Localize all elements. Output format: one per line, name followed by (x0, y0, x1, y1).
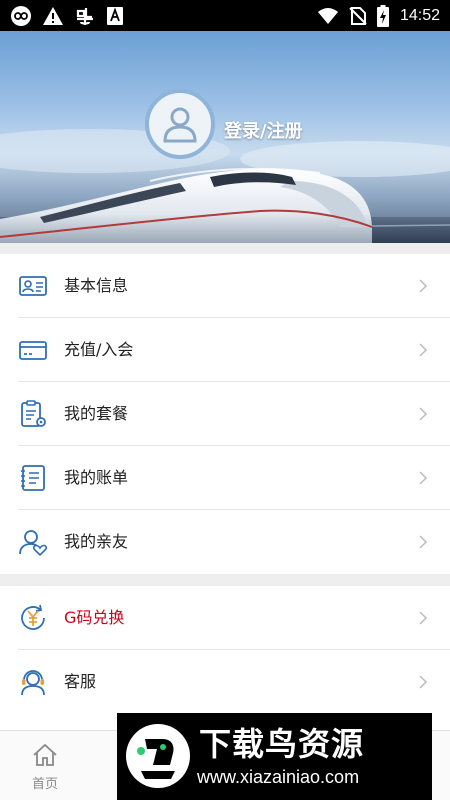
id-card-icon (19, 276, 47, 296)
card-icon (19, 341, 47, 360)
wifi-icon (317, 7, 339, 25)
section-gap (0, 243, 450, 254)
menu-item-label: 我的账单 (64, 468, 129, 487)
menu-group-account: 基本信息 充值/入会 我的套餐 我的账单 我的亲友 (0, 254, 450, 574)
chevron-right-icon (419, 343, 428, 357)
clipboard-gear-icon (21, 400, 46, 427)
profile-header: 登录/注册 (0, 31, 450, 243)
menu-item-customer-service[interactable]: 客服 (0, 650, 450, 714)
nav-tab-home[interactable]: 首页 (20, 741, 70, 796)
menu-item-basic-info[interactable]: 基本信息 (0, 254, 450, 318)
bug-icon (74, 5, 96, 27)
menu-item-g-code-redeem[interactable]: G码兑换 (0, 586, 450, 650)
chevron-right-icon (419, 279, 428, 293)
chevron-right-icon (419, 675, 428, 689)
menu-item-label: G码兑换 (64, 608, 125, 627)
watermark-banner: 下载鸟资源 www.xiazainiao.com (117, 713, 432, 800)
font-icon (106, 6, 124, 26)
chevron-right-icon (419, 471, 428, 485)
home-icon (33, 743, 57, 766)
chevron-right-icon (419, 535, 428, 549)
app-screen: 14:52 登录/注册 基本信息 充值/入会 我的套餐 我的账单 我的亲友 G码… (0, 0, 450, 800)
person-heart-icon (19, 530, 48, 557)
headset-icon (21, 670, 45, 696)
notebook-icon (21, 465, 45, 491)
yen-refresh-icon (21, 604, 45, 630)
menu-item-my-family[interactable]: 我的亲友 (0, 510, 450, 574)
no-sim-icon (348, 6, 368, 26)
chevron-right-icon (419, 407, 428, 421)
menu-group-services: G码兑换 客服 (0, 586, 450, 714)
menu-item-my-package[interactable]: 我的套餐 (0, 382, 450, 446)
watermark-url: www.xiazainiao.com (197, 767, 360, 787)
section-gap (0, 574, 450, 586)
bird-logo-icon (126, 724, 190, 788)
menu-item-label: 客服 (64, 672, 97, 691)
menu-item-my-bill[interactable]: 我的账单 (0, 446, 450, 510)
menu-item-label: 基本信息 (64, 276, 129, 295)
menu-item-label: 我的亲友 (64, 532, 129, 551)
loop-icon (10, 5, 32, 27)
watermark-title: 下载鸟资源 (199, 725, 365, 763)
menu-item-label: 充值/入会 (64, 340, 134, 359)
user-icon (163, 107, 197, 143)
avatar[interactable] (145, 89, 215, 159)
chevron-right-icon (419, 611, 428, 625)
home-label: 首页 (31, 777, 58, 792)
battery-charging-icon (376, 4, 389, 27)
menu-item-label: 我的套餐 (64, 404, 129, 423)
login-register-link[interactable]: 登录/注册 (224, 117, 303, 143)
status-bar: 14:52 (0, 0, 450, 31)
clock-time: 14:52 (399, 6, 440, 24)
menu-item-recharge[interactable]: 充值/入会 (0, 318, 450, 382)
warning-icon (42, 6, 64, 26)
